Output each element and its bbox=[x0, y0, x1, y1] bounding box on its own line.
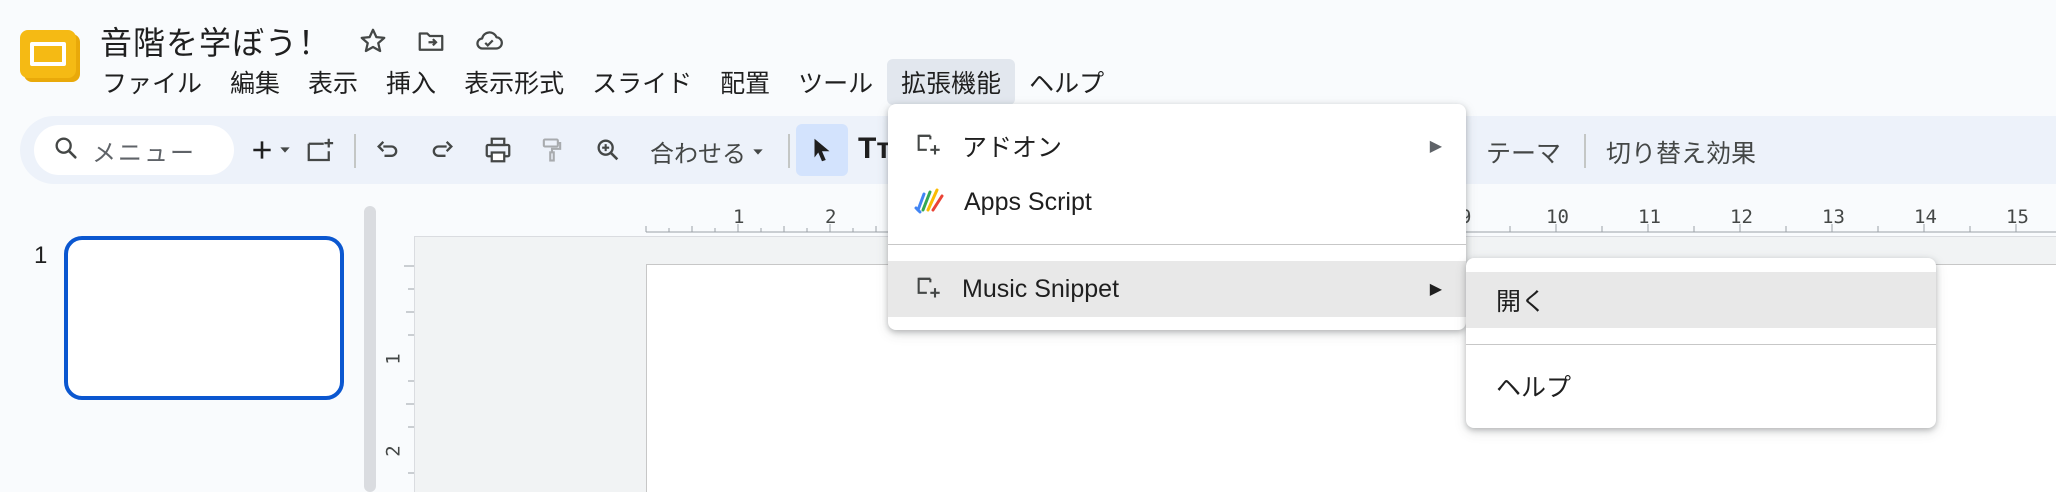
menu-file[interactable]: ファイル bbox=[88, 59, 216, 105]
ruler-label: 1 bbox=[733, 206, 745, 228]
submenu-item-help[interactable]: ヘルプ bbox=[1466, 358, 1936, 414]
theme-button[interactable]: テーマ bbox=[1486, 134, 1561, 170]
menu-format[interactable]: 表示形式 bbox=[450, 59, 578, 105]
ruler-label: 2 bbox=[382, 445, 405, 457]
menu-item-label: Apps Script bbox=[964, 187, 1092, 216]
slide-thumbnail[interactable] bbox=[64, 236, 344, 400]
new-slide-dropdown-icon[interactable] bbox=[272, 130, 298, 170]
menu-insert[interactable]: 挿入 bbox=[372, 59, 450, 105]
slides-logo-icon[interactable] bbox=[20, 28, 82, 84]
text-box-tool-button[interactable]: Tт bbox=[858, 132, 891, 166]
menu-item-addons[interactable]: アドオン ▶ bbox=[888, 118, 1466, 174]
menu-extensions[interactable]: 拡張機能 bbox=[887, 59, 1016, 105]
ruler-label: 1 bbox=[382, 353, 405, 365]
vertical-ruler[interactable]: 1 2 bbox=[382, 236, 414, 492]
cursor-arrow-icon bbox=[814, 138, 830, 162]
menu-arrange[interactable]: 配置 bbox=[706, 59, 784, 105]
addon-icon bbox=[914, 273, 942, 306]
filmstrip-scrollbar[interactable] bbox=[364, 206, 376, 492]
menu-item-apps-script[interactable]: Apps Script bbox=[888, 174, 1466, 230]
slide-number: 1 bbox=[34, 242, 48, 269]
menu-help[interactable]: ヘルプ bbox=[1015, 59, 1118, 105]
zoom-select[interactable]: 合わせる bbox=[650, 134, 766, 169]
paint-format-icon[interactable] bbox=[532, 130, 572, 170]
zoom-icon[interactable] bbox=[588, 130, 628, 170]
zoom-label: 合わせる bbox=[650, 141, 746, 168]
menubar: ファイル 編集 表示 挿入 表示形式 スライド 配置 ツール 拡張機能 ヘルプ bbox=[88, 59, 1118, 105]
menu-view[interactable]: 表示 bbox=[294, 59, 372, 105]
ruler-label: 15 bbox=[2006, 206, 2029, 228]
star-icon[interactable] bbox=[356, 24, 390, 58]
ruler-label: 11 bbox=[1638, 206, 1661, 228]
new-slide-layout-icon[interactable] bbox=[300, 130, 340, 170]
search-placeholder: メニュー bbox=[92, 139, 196, 167]
menu-item-label: Music Snippet bbox=[962, 274, 1120, 303]
menu-divider bbox=[888, 244, 1466, 245]
undo-icon[interactable] bbox=[368, 130, 408, 170]
submenu-arrow-icon: ▶ bbox=[1429, 281, 1442, 298]
cloud-saved-icon[interactable] bbox=[472, 24, 506, 58]
ruler-label: 12 bbox=[1730, 206, 1753, 228]
menu-item-label: アドオン bbox=[962, 134, 1063, 162]
ruler-label: 13 bbox=[1822, 206, 1845, 228]
music-snippet-submenu: 開く ヘルプ bbox=[1466, 258, 1936, 428]
menu-item-music-snippet[interactable]: Music Snippet ▶ bbox=[888, 261, 1466, 317]
transition-button[interactable]: 切り替え効果 bbox=[1606, 134, 1756, 170]
submenu-item-open[interactable]: 開く bbox=[1466, 272, 1936, 328]
extensions-menu: アドオン ▶ Apps Script Music Snippet ▶ bbox=[888, 104, 1466, 330]
ruler-label: 10 bbox=[1546, 206, 1569, 228]
ruler-label: 2 bbox=[825, 206, 837, 228]
addon-icon bbox=[914, 130, 942, 163]
ruler-label: 14 bbox=[1914, 206, 1937, 228]
chevron-down-icon bbox=[753, 148, 763, 155]
menu-slide[interactable]: スライド bbox=[578, 59, 706, 105]
search-menus-input[interactable]: メニュー bbox=[34, 125, 234, 175]
print-icon[interactable] bbox=[478, 130, 518, 170]
menu-tools[interactable]: ツール bbox=[784, 59, 887, 105]
select-tool-button[interactable] bbox=[796, 124, 848, 176]
menu-divider bbox=[1466, 344, 1936, 345]
move-folder-icon[interactable] bbox=[414, 24, 448, 58]
apps-script-icon bbox=[914, 186, 944, 219]
menu-edit[interactable]: 編集 bbox=[216, 59, 294, 105]
document-title[interactable]: 音階を学ぼう！ bbox=[100, 18, 331, 64]
submenu-arrow-icon: ▶ bbox=[1429, 138, 1442, 155]
redo-icon[interactable] bbox=[422, 130, 462, 170]
search-icon bbox=[52, 134, 80, 167]
